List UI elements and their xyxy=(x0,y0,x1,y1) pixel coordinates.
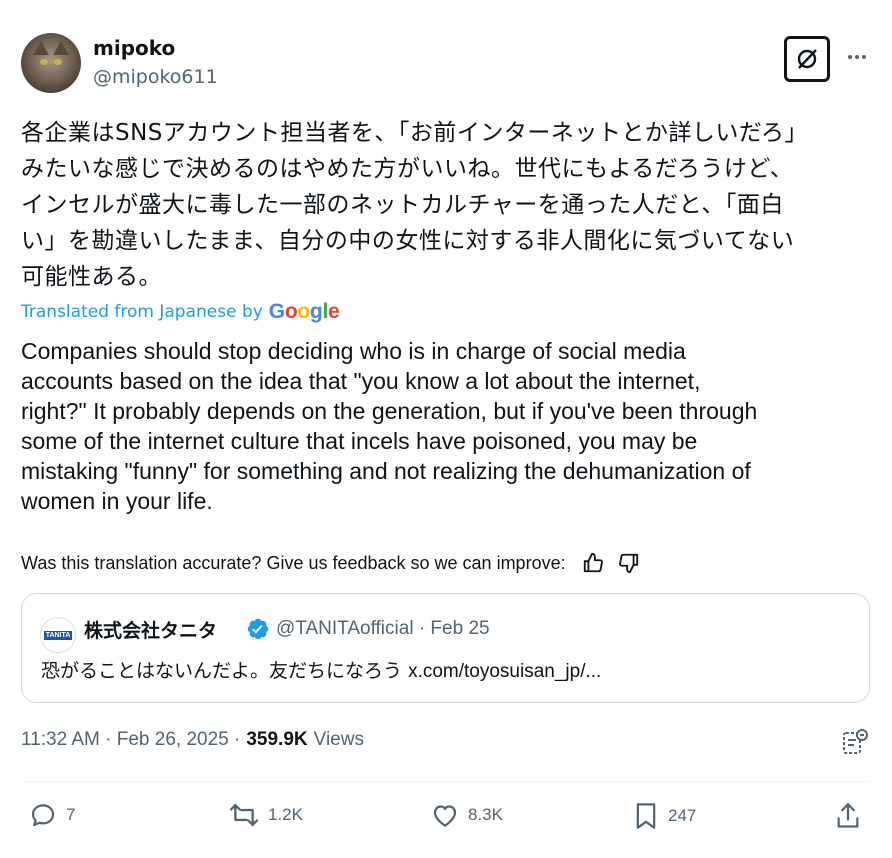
post-text-translation: Companies should stop deciding who is in… xyxy=(21,338,758,514)
repost-count: 1.2K xyxy=(268,805,303,824)
author-display-name[interactable]: mipoko xyxy=(93,36,175,60)
analytics-icon[interactable] xyxy=(840,727,870,757)
quoted-link[interactable]: x.com/toyosuisan_jp/... xyxy=(408,661,601,682)
reply-button[interactable]: 7 xyxy=(28,800,75,830)
like-button[interactable]: 8.3K xyxy=(430,800,503,830)
quoted-text: 恐がることはないんだよ。友だちになろう x.com/toyosuisan_jp/… xyxy=(41,656,601,683)
share-icon xyxy=(837,803,859,828)
like-count: 8.3K xyxy=(468,805,503,824)
post-meta: 11:32 AM · Feb 26, 2025 · 359.9K Views xyxy=(21,729,364,751)
views-count: 359.9K xyxy=(246,729,308,750)
repost-icon xyxy=(229,803,259,827)
post-text-original: 各企業はSNSアカウント担当者を、「お前インターネットとか詳しいだろ」 みたいな… xyxy=(21,120,809,290)
quoted-author-name[interactable]: 株式会社タニタ xyxy=(84,616,217,643)
more-button[interactable] xyxy=(842,44,872,70)
grok-icon xyxy=(797,49,817,69)
divider xyxy=(21,781,870,782)
author-handle[interactable]: @mipoko611 xyxy=(93,66,218,88)
quoted-author-avatar[interactable]: TANITA xyxy=(40,617,76,653)
quoted-post[interactable]: TANITA 株式会社タニタ @TANITAofficial · Feb 25 … xyxy=(21,593,870,703)
views-label: Views xyxy=(313,729,364,750)
reply-count: 7 xyxy=(66,805,76,824)
quoted-text-body: 恐がることはないんだよ。友だちになろう xyxy=(41,660,403,682)
translation-feedback: Was this translation accurate? Give us f… xyxy=(21,550,642,576)
translation-attribution: Translated from Japanese by Google xyxy=(21,300,340,324)
grok-button[interactable] xyxy=(784,36,830,82)
bookmark-count: 247 xyxy=(668,806,697,825)
share-button[interactable] xyxy=(834,800,870,832)
thumbs-up-button[interactable] xyxy=(580,550,606,576)
reply-icon xyxy=(31,804,55,827)
thumbs-down-button[interactable] xyxy=(616,550,642,576)
bookmark-icon xyxy=(636,803,656,829)
google-logo: Google xyxy=(268,300,340,323)
more-icon xyxy=(848,55,852,59)
like-icon xyxy=(433,805,457,827)
thumbs-down-icon xyxy=(618,553,638,574)
repost-button[interactable]: 1.2K xyxy=(228,800,303,830)
thumbs-up-icon xyxy=(583,552,603,573)
bookmark-button[interactable]: 247 xyxy=(632,800,696,832)
feedback-prompt: Was this translation accurate? Give us f… xyxy=(21,552,566,573)
quoted-handle-date[interactable]: @TANITAofficial · Feb 25 xyxy=(276,618,490,640)
translated-from-label: Translated from Japanese by xyxy=(21,302,263,322)
post-timestamp[interactable]: 11:32 AM · Feb 26, 2025 · xyxy=(21,729,240,751)
verified-badge-icon xyxy=(247,618,269,640)
author-avatar[interactable] xyxy=(21,33,81,93)
